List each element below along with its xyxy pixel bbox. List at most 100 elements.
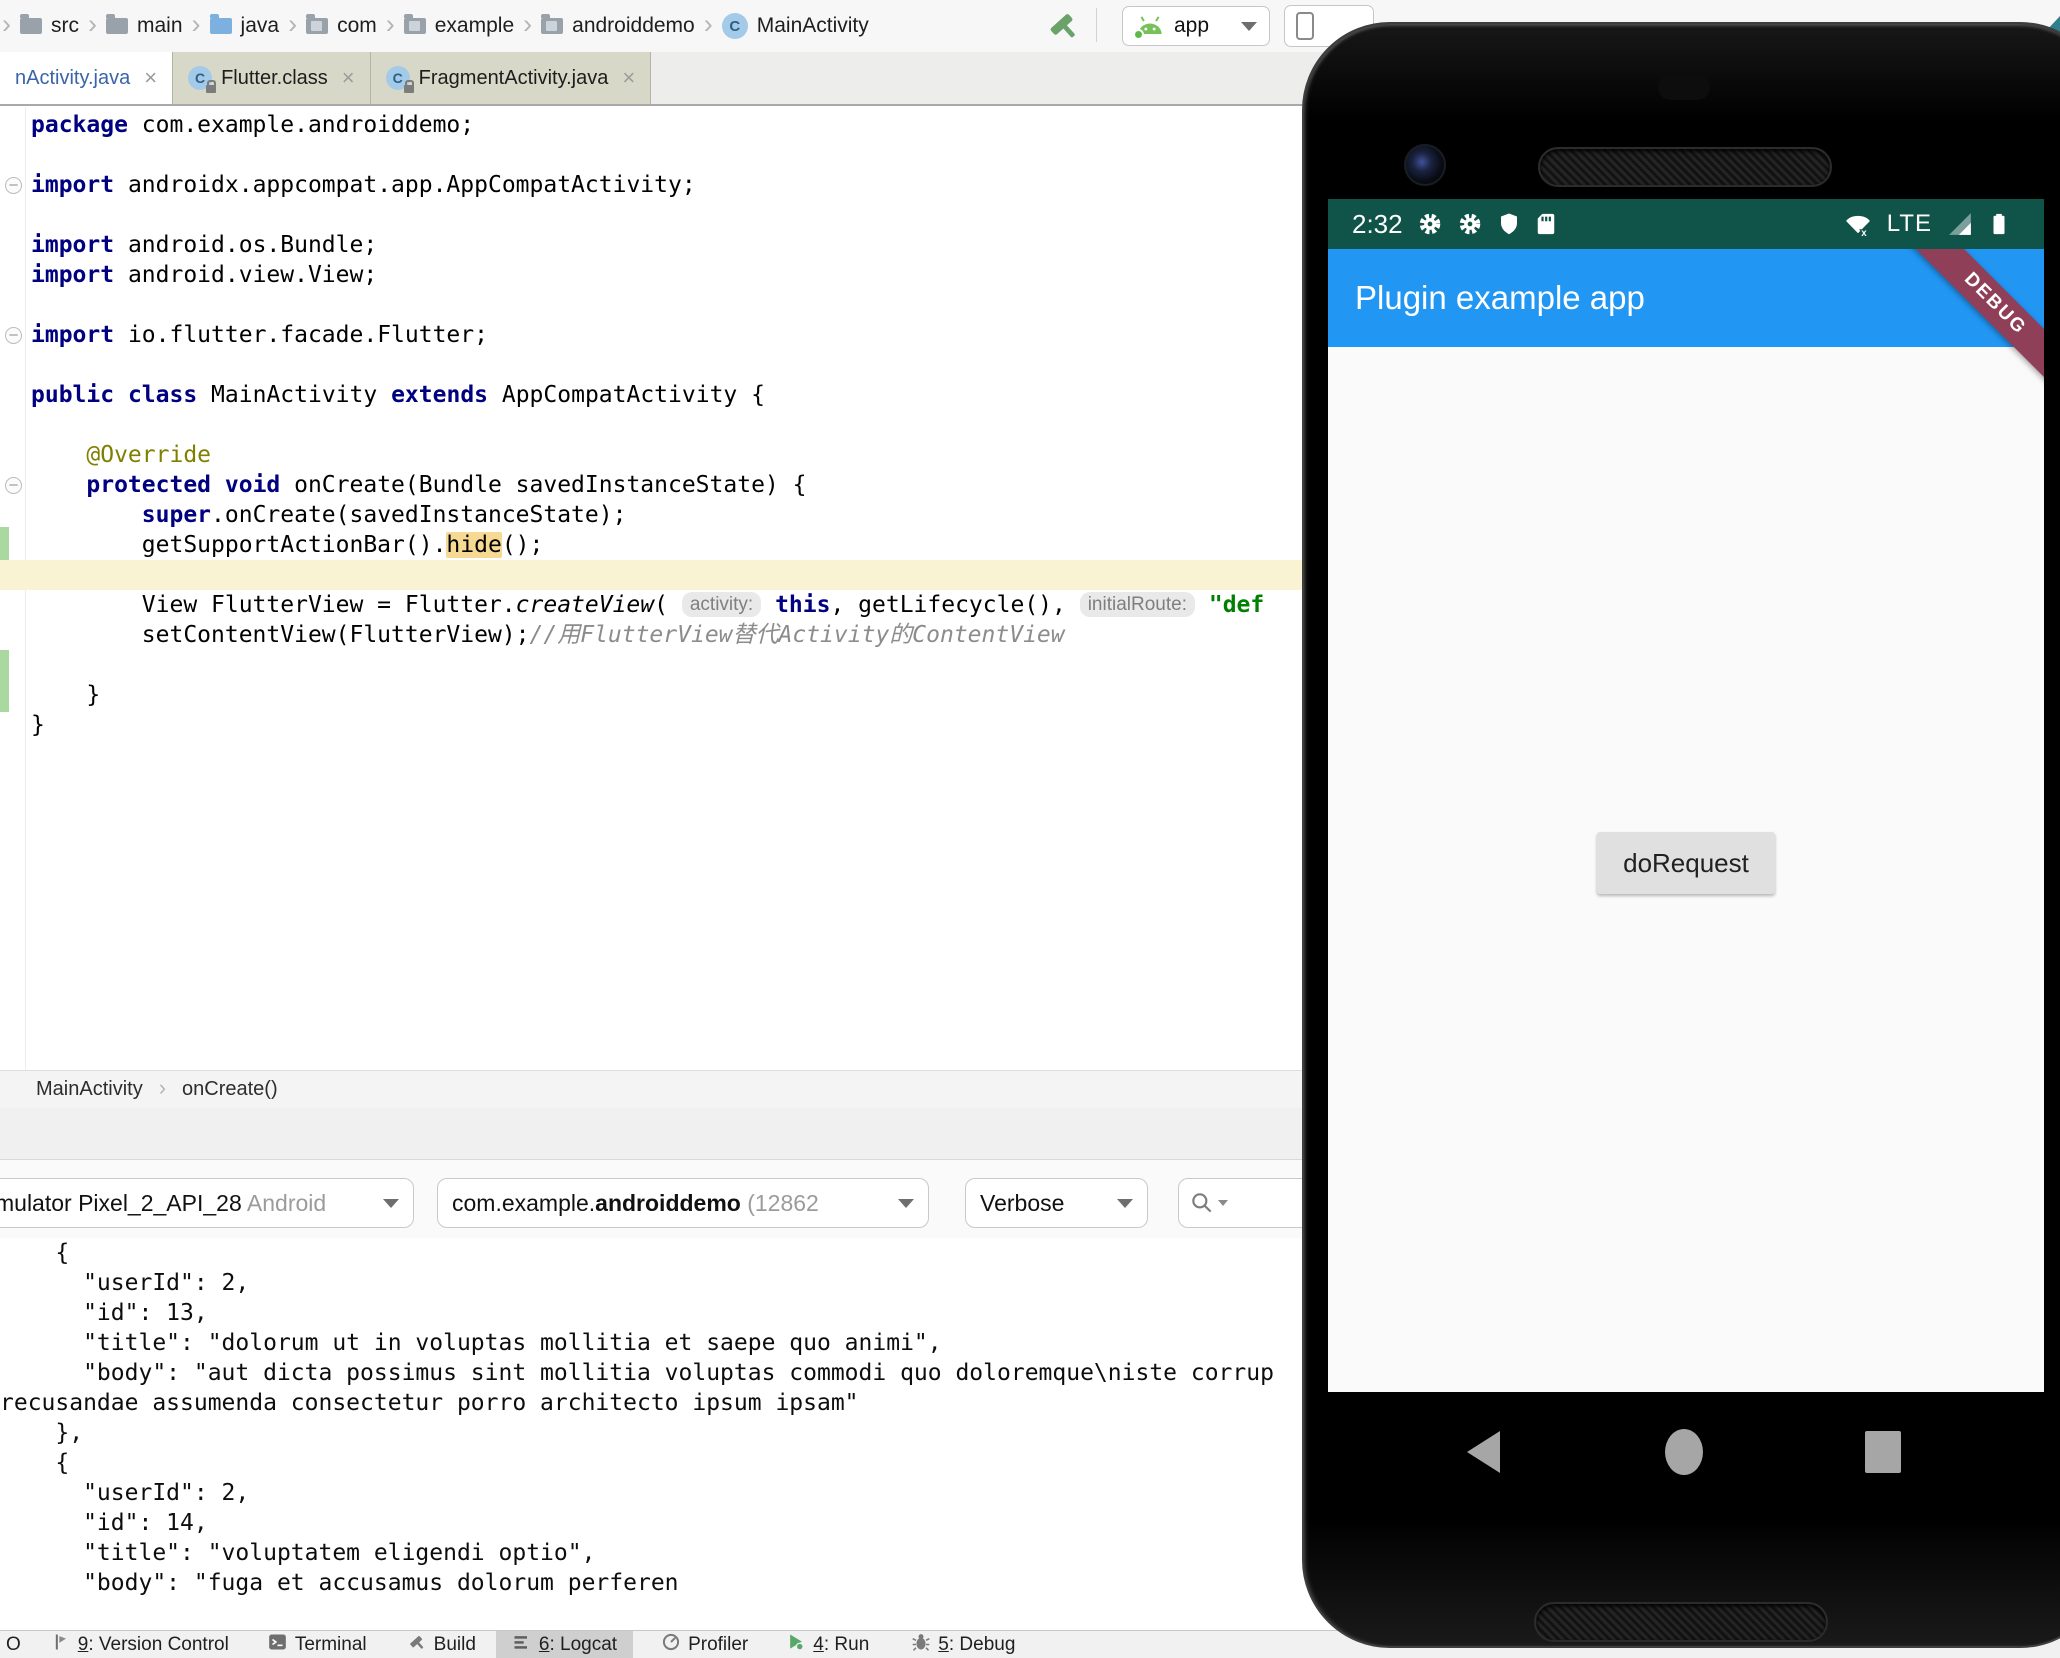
code-token: android.view.View;: [114, 262, 377, 288]
tab-Flutter.class[interactable]: CFlutter.class×: [173, 52, 371, 104]
param-hint: initialRoute:: [1080, 592, 1195, 617]
breadcrumb-item-java[interactable]: java: [210, 14, 280, 38]
wifi-off-icon: x: [1843, 211, 1873, 237]
breadcrumb-item-example[interactable]: example: [404, 14, 514, 38]
phone-status-bar: 2:32 x LTE: [1328, 199, 2044, 249]
device-dropdown-label: mulator Pixel_2_API_28 Android: [0, 1190, 355, 1217]
code-token: [31, 442, 86, 468]
search-options-arrow[interactable]: [1218, 1200, 1228, 1206]
breadcrumb-label: java: [241, 14, 280, 38]
breadcrumb-label: example: [435, 14, 514, 38]
code-token: package: [31, 112, 128, 138]
chevron-right-icon: ›: [386, 9, 395, 40]
debug-icon: [911, 1632, 931, 1658]
code-token: hide: [446, 532, 501, 558]
code-token: setContentView(FlutterView);: [31, 622, 530, 648]
toolwindow-versioncontrol[interactable]: 9: Version Control: [47, 1631, 233, 1658]
close-icon[interactable]: ×: [342, 65, 355, 91]
tab-nActivity.java[interactable]: nActivity.java ×: [0, 52, 173, 104]
folder-pkg: [541, 18, 563, 34]
close-icon[interactable]: ×: [144, 65, 157, 91]
android-module-icon: [1135, 15, 1165, 37]
breadcrumb-class[interactable]: MainActivity: [36, 1078, 143, 1101]
logcat-icon: [512, 1632, 532, 1658]
front-camera: [1404, 144, 1446, 186]
nav-recents-button[interactable]: [1865, 1431, 1901, 1473]
chevron-down-icon: [1117, 1199, 1133, 1208]
run-config-label: app: [1174, 14, 1209, 38]
toolwindow-terminal[interactable]: Terminal: [263, 1631, 371, 1658]
nav-back-button[interactable]: [1467, 1431, 1500, 1473]
toolwindow-run[interactable]: 4: Run: [782, 1631, 873, 1658]
tab-label: nActivity.java: [15, 67, 130, 90]
nav-home-button[interactable]: [1665, 1429, 1703, 1475]
close-icon[interactable]: ×: [622, 65, 635, 91]
code-token: extends: [391, 382, 488, 408]
breadcrumb-label: com: [337, 14, 377, 38]
vcs-icon: [51, 1632, 71, 1658]
code-token: //用FlutterView替代Activity的ContentView: [530, 622, 1065, 648]
toolwindow-debug[interactable]: 5: Debug: [907, 1631, 1019, 1658]
breadcrumb-item-main[interactable]: main: [106, 14, 183, 38]
code-token: createView: [516, 592, 654, 618]
profiler-icon: [661, 1632, 681, 1658]
code-token: [761, 592, 775, 618]
toolwindow-logcat[interactable]: 6: Logcat: [496, 1631, 633, 1658]
toolwindow-profiler[interactable]: Profiler: [657, 1631, 752, 1658]
code-token: ();: [502, 532, 544, 558]
hammer-icon: [1046, 8, 1080, 42]
code-token: import: [31, 322, 114, 348]
chevron-right-icon: ›: [159, 1075, 166, 1101]
search-icon: [1189, 1190, 1215, 1216]
toolwindow-label: Terminal: [295, 1634, 367, 1656]
phone-screen[interactable]: 2:32 x LTE Plugin example app doRequest …: [1328, 199, 2044, 1392]
toolwindow-build[interactable]: Build: [403, 1631, 480, 1658]
code-token: import: [31, 172, 114, 198]
breadcrumb-item-androiddemo[interactable]: androiddemo: [541, 14, 695, 38]
folder-pkg: [306, 18, 328, 34]
run-icon: [786, 1632, 806, 1658]
code-token: onCreate(Bundle savedInstanceState) {: [280, 472, 806, 498]
mnemonic: 5: [938, 1634, 949, 1655]
build-icon: [407, 1632, 427, 1658]
code-token: getSupportActionBar().: [31, 532, 446, 558]
app-bar: Plugin example app: [1328, 249, 2044, 347]
chevron-right-icon: ›: [192, 9, 201, 40]
gear-icon: [1457, 211, 1483, 237]
tab-label: Flutter.class: [221, 67, 328, 90]
breadcrumb: ›src›main›java›com›example›androiddemo›C…: [0, 0, 869, 52]
chevron-right-icon: ›: [523, 9, 532, 40]
code-token: this: [775, 592, 830, 618]
breadcrumb-item-MainActivity[interactable]: CMainActivity: [722, 13, 869, 39]
folder-gray: [20, 18, 42, 34]
chevron-right-icon: ›: [704, 9, 713, 40]
code-token: View FlutterView = Flutter.: [31, 592, 516, 618]
running-status-dot: [1133, 29, 1144, 40]
toolwindow-label: Build: [434, 1634, 476, 1656]
code-token: import: [31, 262, 114, 288]
process-dropdown[interactable]: com.example.androiddemo (12862: [437, 1178, 929, 1228]
code-token: protected: [86, 472, 211, 498]
do-request-button[interactable]: doRequest: [1597, 832, 1775, 894]
code-token: [31, 472, 86, 498]
toolwindow-label: 6: Logcat: [539, 1634, 617, 1656]
app-bar-title: Plugin example app: [1355, 279, 1645, 317]
breadcrumb-item-src[interactable]: src: [20, 14, 79, 38]
folder-pkg: [404, 18, 426, 34]
code-token: class: [128, 382, 197, 408]
earpiece-speaker: [1538, 147, 1832, 187]
device-dropdown[interactable]: mulator Pixel_2_API_28 Android: [0, 1178, 414, 1228]
breadcrumb-label: androiddemo: [572, 14, 695, 38]
chevron-down-icon: [1241, 22, 1257, 31]
build-hammer-button[interactable]: [1046, 8, 1080, 42]
network-type-label: LTE: [1887, 210, 1932, 238]
breadcrumb-item-com[interactable]: com: [306, 14, 377, 38]
folder-blue: [210, 18, 232, 34]
tab-FragmentActivity.java[interactable]: CFragmentActivity.java×: [371, 52, 652, 104]
run-configuration-dropdown[interactable]: app: [1122, 6, 1270, 46]
android-emulator-phone: 2:32 x LTE Plugin example app doRequest …: [1302, 22, 2060, 1648]
log-level-dropdown[interactable]: Verbose: [965, 1178, 1148, 1228]
breadcrumb-method[interactable]: onCreate(): [182, 1078, 278, 1101]
mnemonic: 4: [813, 1634, 824, 1655]
code-token: io.flutter.facade.Flutter;: [114, 322, 488, 348]
